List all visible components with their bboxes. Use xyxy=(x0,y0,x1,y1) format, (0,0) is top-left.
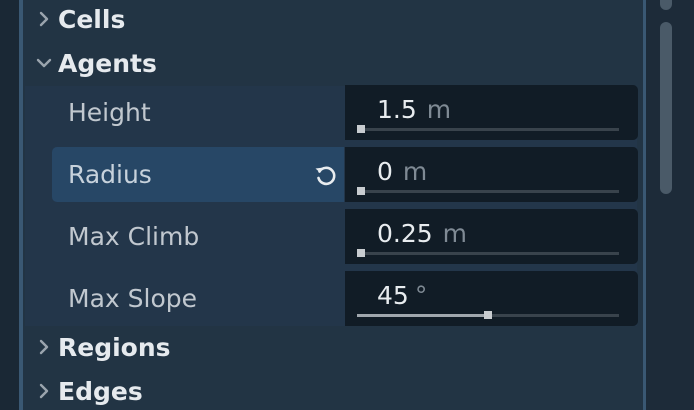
section-label: Cells xyxy=(58,4,126,34)
max-slope-spinbox[interactable]: 45 ° xyxy=(345,271,638,326)
property-row-max-slope: Max Slope 45 ° xyxy=(52,271,638,326)
height-spinbox[interactable]: 1.5 m xyxy=(345,85,638,140)
spinbox-value[interactable]: 1.5 m xyxy=(377,95,451,124)
property-row-radius: Radius 0m xyxy=(52,147,638,202)
section-agents[interactable]: Agents xyxy=(34,45,157,81)
left-gutter xyxy=(0,0,20,410)
section-label: Agents xyxy=(58,48,157,78)
slider-grabber[interactable] xyxy=(484,311,492,319)
property-label: Max Slope xyxy=(68,284,197,313)
section-edges[interactable]: Edges xyxy=(34,373,143,409)
spinbox-value[interactable]: 45 ° xyxy=(377,281,427,310)
section-label: Regions xyxy=(58,332,171,362)
reset-icon[interactable] xyxy=(312,161,340,189)
value-text: 45 xyxy=(377,281,409,310)
property-label-cell: Height xyxy=(52,85,344,140)
slider-fill xyxy=(357,314,488,317)
section-regions[interactable]: Regions xyxy=(34,329,171,365)
value-slider[interactable] xyxy=(357,187,619,195)
property-row-height: Height 1.5 m xyxy=(52,85,638,140)
property-label: Radius xyxy=(68,160,152,189)
value-text: 0.25 xyxy=(377,219,433,248)
unit-text: m xyxy=(402,157,428,186)
value-slider[interactable] xyxy=(357,249,619,257)
value-slider[interactable] xyxy=(357,311,619,319)
property-label-cell: Max Slope xyxy=(52,271,344,326)
property-label: Max Climb xyxy=(68,222,200,251)
max-climb-spinbox[interactable]: 0.25 m xyxy=(345,209,638,264)
slider-grabber[interactable] xyxy=(357,249,365,257)
property-label-cell: Radius xyxy=(52,147,344,202)
value-text: 0 xyxy=(377,157,393,186)
value-slider[interactable] xyxy=(357,125,619,133)
chevron-right-icon xyxy=(34,381,54,401)
unit-text: ° xyxy=(414,281,428,310)
radius-spinbox[interactable]: 0m xyxy=(345,147,638,202)
chevron-right-icon xyxy=(34,9,54,29)
spinbox-value[interactable]: 0m xyxy=(377,157,427,186)
section-label: Edges xyxy=(58,376,143,406)
value-text: 1.5 xyxy=(377,95,417,124)
section-cells[interactable]: Cells xyxy=(34,1,125,37)
chevron-down-icon xyxy=(34,53,54,73)
spinbox-value[interactable]: 0.25 m xyxy=(377,219,467,248)
slider-grabber[interactable] xyxy=(357,187,365,195)
slider-grabber[interactable] xyxy=(357,125,365,133)
unit-text: m xyxy=(442,219,468,248)
chevron-right-icon xyxy=(34,337,54,357)
scrollbar-thumb[interactable] xyxy=(660,22,672,194)
property-row-max-climb: Max Climb 0.25 m xyxy=(52,209,638,264)
unit-text: m xyxy=(426,95,452,124)
property-label: Height xyxy=(68,98,151,127)
property-label-cell: Max Climb xyxy=(52,209,344,264)
